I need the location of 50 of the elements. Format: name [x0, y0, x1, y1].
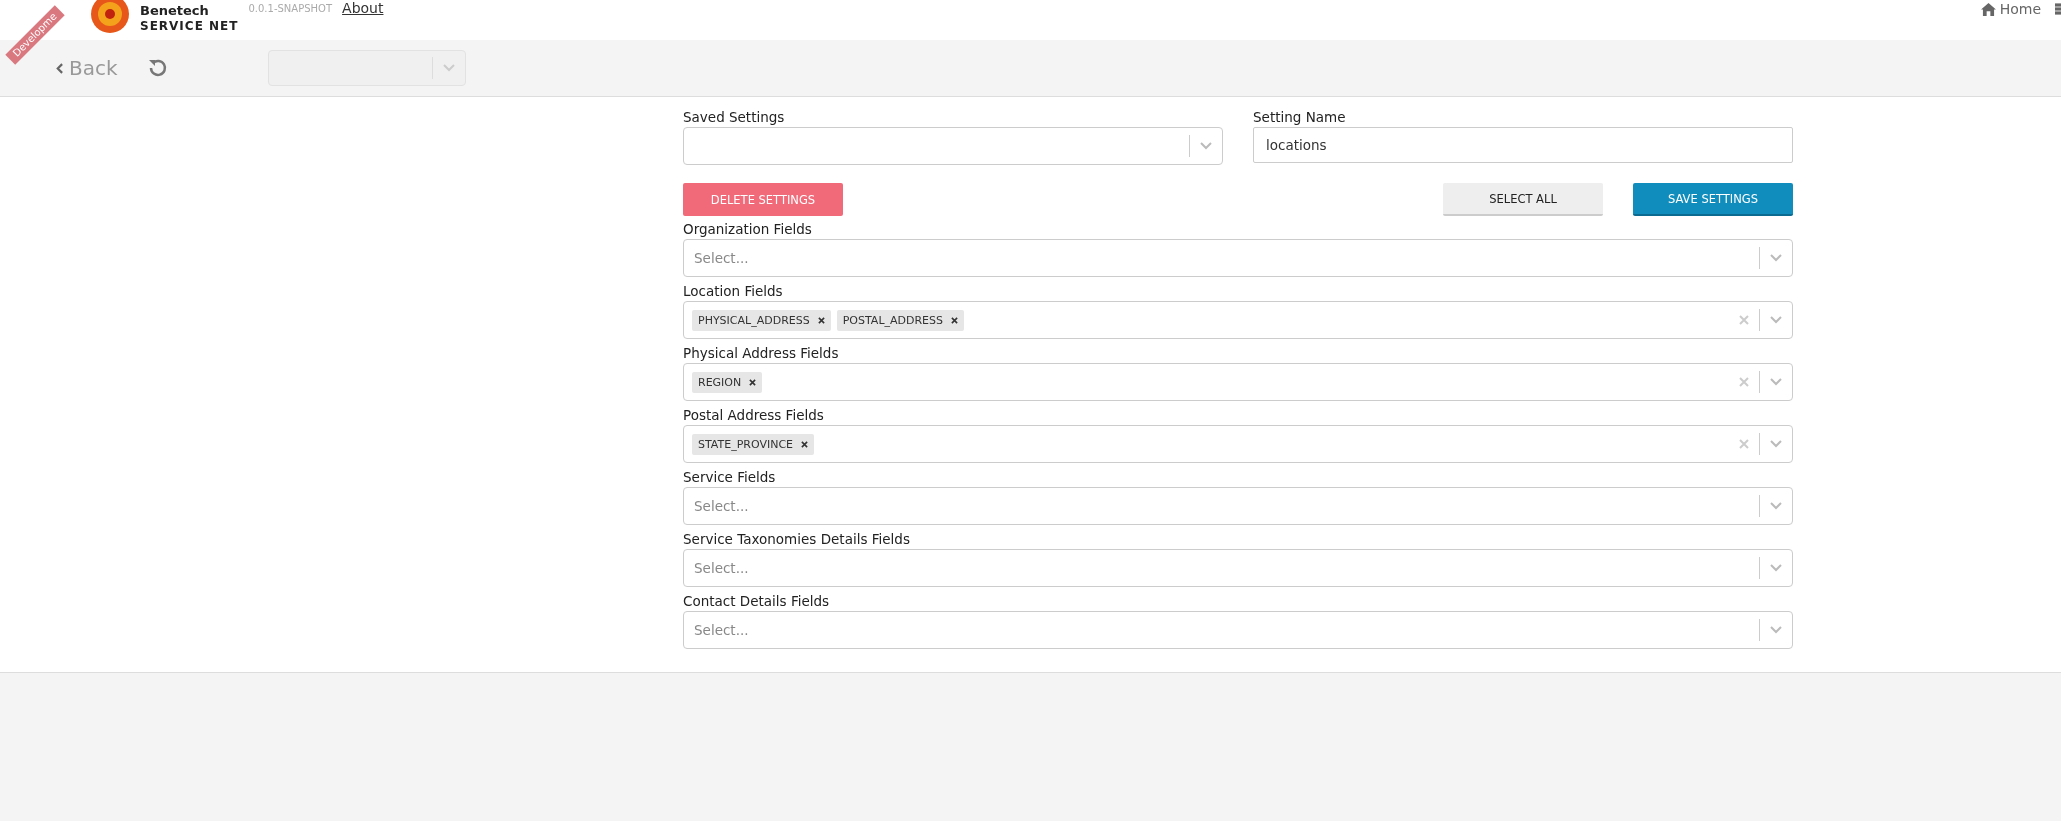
remove-icon[interactable] [801, 440, 809, 448]
field-label: Physical Address Fields [683, 344, 840, 363]
logo-subtitle: SERVICE NET [140, 20, 239, 32]
chevron-down-icon [1770, 316, 1782, 324]
setting-name-field[interactable]: locations [1253, 127, 1793, 163]
chevron-down-icon [1770, 502, 1782, 510]
placeholder-text: Select... [693, 622, 749, 638]
chevron-left-icon [56, 62, 63, 74]
multi-select-field[interactable]: REGION [683, 363, 1793, 401]
remove-icon[interactable] [817, 316, 825, 324]
multi-select-field[interactable]: Select... [683, 549, 1793, 587]
multi-select-field[interactable]: Select... [683, 487, 1793, 525]
tag-label: PHYSICAL_ADDRESS [698, 313, 810, 327]
remove-icon[interactable] [749, 378, 757, 386]
version-label: 0.0.1-SNAPSHOT [248, 3, 333, 14]
chevron-down-icon [1770, 564, 1782, 572]
chevron-down-icon [1200, 142, 1212, 150]
field-label: Postal Address Fields [683, 406, 825, 425]
chevron-down-icon [1770, 254, 1782, 262]
multi-select-field[interactable]: Select... [683, 611, 1793, 649]
chevron-down-icon [1770, 626, 1782, 634]
multi-select-field[interactable]: Select... [683, 239, 1793, 277]
field-label: Location Fields [683, 282, 784, 301]
multi-select-field[interactable]: STATE_PROVINCE [683, 425, 1793, 463]
chevron-down-icon [1770, 440, 1782, 448]
field-label: Saved Settings [683, 108, 786, 127]
chevron-down-icon [442, 64, 455, 72]
home-icon [1980, 2, 1996, 16]
refresh-icon[interactable] [147, 58, 168, 78]
logo-title: Benetech [140, 4, 210, 17]
select-all-button[interactable]: SELECT ALL [1443, 183, 1603, 216]
chevron-down-icon [1770, 378, 1782, 386]
tag-label: POSTAL_ADDRESS [842, 313, 944, 327]
logo-icon [90, 0, 130, 34]
placeholder-text: Select... [693, 250, 749, 266]
home-link[interactable]: Home [1980, 1, 2041, 17]
about-link[interactable]: About [342, 0, 384, 16]
multi-select-field[interactable]: PHYSICAL_ADDRESS POSTAL_ADDRESS [683, 301, 1793, 339]
remove-icon[interactable] [951, 316, 959, 324]
field-label: Setting Name [1253, 108, 1347, 127]
tag-label: REGION [698, 375, 742, 389]
field-label: Contact Details Fields [683, 592, 831, 611]
save-button[interactable]: SAVE SETTINGS [1633, 183, 1793, 216]
field-label: Service Fields [683, 468, 777, 487]
field-label: Organization Fields [683, 220, 813, 239]
grid-icon[interactable] [2055, 2, 2061, 16]
field-label: Service Taxonomies Details Fields [683, 530, 911, 549]
tag-label: STATE_PROVINCE [698, 437, 794, 451]
placeholder-text: Select... [693, 498, 749, 514]
placeholder-text: Select... [693, 560, 749, 576]
